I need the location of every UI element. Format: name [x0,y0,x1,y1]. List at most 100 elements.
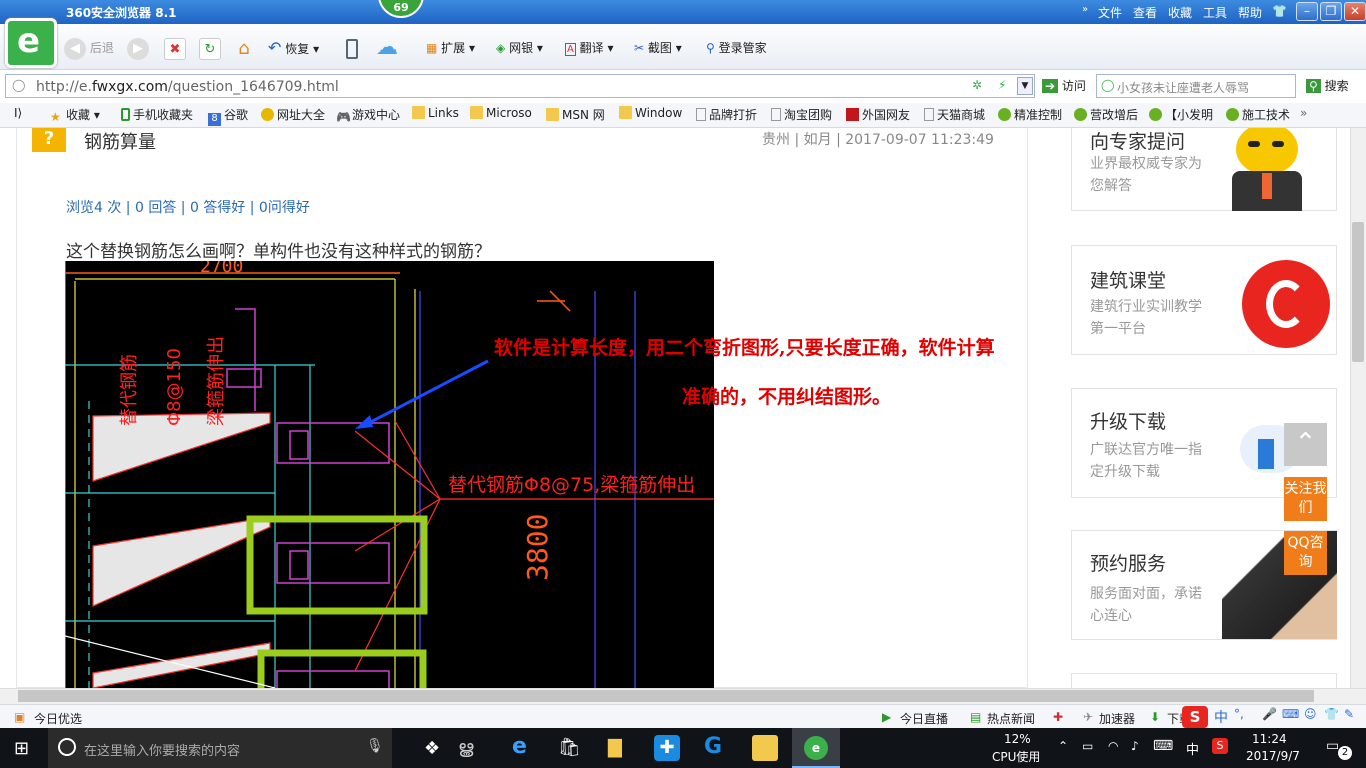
daily-picks-link[interactable]: 今日优选 [34,710,82,727]
qq-consult-button[interactable]: QQ咨询 [1284,531,1327,575]
cloud-button[interactable]: ☁ [376,35,398,61]
keyboard-icon[interactable]: ⌨ [1153,738,1173,754]
microphone-icon[interactable]: 🎙 [366,738,384,754]
fav-item[interactable]: 8 谷歌 [208,106,248,126]
menu-favorites[interactable]: 收藏 [1168,4,1192,21]
sogou-icon[interactable]: S [1182,706,1208,728]
active-app-360[interactable]: e [792,728,840,768]
url-text[interactable]: http://e.fwxgx.com/question_1646709.html [36,79,339,95]
fav-item[interactable]: MSN 网 [546,106,605,123]
fav-item[interactable]: Links [412,106,459,120]
fav-item[interactable]: 施工技术 [1226,106,1290,123]
screenshot-button[interactable]: ✂ 截图 ▾ [634,35,682,61]
fav-item[interactable]: 品牌打折 [696,106,757,123]
keyboard-icon[interactable]: ⌨ [1282,707,1299,721]
fav-item[interactable]: 淘宝团购 [771,106,832,123]
maximize-button[interactable]: ❐ [1320,2,1342,21]
page-icon [771,108,781,121]
clock-date[interactable]: 2017/9/7 [1246,749,1300,763]
fav-item[interactable]: 精准控制 [998,106,1062,123]
netbank-button[interactable]: ◈ 网银 ▾ [496,35,543,61]
app-plus-icon[interactable]: ✚ [654,735,680,761]
expert-card[interactable]: 向专家提问 业界最权威专家为您解答 [1071,128,1337,211]
fav-item[interactable]: Microso [470,106,532,120]
security-icon[interactable]: ✲ [972,78,982,92]
sogou-tray-icon[interactable]: S [1212,738,1228,754]
menu-file[interactable]: 文件 [1098,4,1122,21]
question-stats[interactable]: 浏览4 次 | 0 回答 | 0 答得好 | 0问得好 [66,197,310,217]
battery-icon[interactable]: ▭ [1082,739,1093,753]
menu-view[interactable]: 查看 [1133,4,1157,21]
stop-button[interactable]: ✖ [164,35,186,61]
ime-indicator[interactable]: 中 [1186,739,1199,758]
search-button[interactable]: ⚲ 搜索 [1306,77,1349,94]
translate-button[interactable]: A 翻译 ▾ [565,35,614,61]
tray-up-icon[interactable]: ⌃ [1058,739,1068,753]
home-button[interactable]: ⌂ [233,35,255,61]
shield-icon: ◈ [496,41,506,55]
horizontal-scroll-thumb[interactable] [18,690,1314,702]
fav-item[interactable]: 手机收藏夹 [121,106,193,123]
vertical-scrollbar[interactable] [1350,128,1366,688]
course-card[interactable]: 建筑课堂 建筑行业实训教学第一平台 [1071,245,1337,355]
minimize-button[interactable]: – [1296,2,1318,21]
wifi-icon[interactable]: ◠ [1108,739,1118,753]
forward-button[interactable]: ▶ [127,35,149,61]
cpu-percent: 12% [1004,732,1031,746]
speed-icon[interactable]: ⚡ [998,78,1006,92]
refresh-button[interactable]: ↻ [199,35,221,61]
fav-item[interactable]: 🎮游戏中心 [336,106,400,124]
fav-item[interactable]: 网址大全 [261,106,325,123]
fav-item[interactable]: ★ 收藏 ▾ [50,106,100,124]
menu-tools[interactable]: 工具 [1203,4,1227,21]
mic-icon[interactable]: 🎤 [1262,707,1277,721]
fav-more-icon[interactable]: » [1300,106,1307,120]
back-button[interactable]: ◀ 后退 [64,35,114,61]
app-g-icon[interactable]: G [704,734,722,759]
sidebar-toggle-icon[interactable]: I⟩ [14,106,22,120]
vertical-scroll-thumb[interactable] [1352,222,1364,362]
menu-help[interactable]: 帮助 [1238,4,1262,21]
ime-mode[interactable]: 中 [1214,707,1228,727]
restore-button[interactable]: ↶ 恢复 ▾ [268,35,319,61]
skin-icon[interactable]: 👕 [1272,4,1287,18]
user-icon[interactable]: ☺ [1304,707,1317,721]
plus-circle-icon[interactable]: ✚ [1053,710,1063,724]
accelerator-link[interactable]: 加速器 [1099,710,1135,727]
fav-item[interactable]: 【小发明 [1149,106,1213,123]
shirt-icon[interactable]: 👕 [1324,707,1339,721]
volume-icon[interactable]: ♪ [1131,739,1139,753]
taskview-icon[interactable]: ❖ [424,738,440,759]
visit-button[interactable]: ➔ 访问 [1042,77,1086,94]
folder-icon [470,106,483,119]
punct-icon[interactable]: °, [1234,707,1244,721]
tools-icon[interactable]: ✎ [1344,707,1354,721]
phone-icon [346,38,358,59]
back-to-top-button[interactable]: ⌃ [1284,423,1327,466]
store-icon[interactable]: 🛍 [558,737,581,758]
menu-arrows-icon[interactable]: » [1082,4,1088,15]
login-manager-button[interactable]: ⚲ 登录管家 [706,35,767,61]
extend-button[interactable]: ▦ 扩展 ▾ [426,35,475,61]
browser-logo-icon[interactable]: e [5,18,57,68]
windows-start-icon[interactable]: ⊞ [14,738,29,759]
app-notes-icon[interactable] [752,735,778,761]
url-dropdown-icon[interactable]: ▼ [1017,77,1033,95]
edge-icon[interactable]: e [512,734,527,759]
clock-time[interactable]: 11:24 [1252,732,1287,746]
fav-item[interactable]: Window [619,106,682,120]
news-link[interactable]: 热点新闻 [987,710,1035,727]
address-bar[interactable]: ◯ http://e.fwxgx.com/question_1646709.ht… [5,74,1035,98]
close-button[interactable]: ✕ [1344,2,1366,21]
mobile-button[interactable] [346,35,358,61]
search-input[interactable]: ◯ 小女孩未让座遭老人辱骂 [1096,74,1296,98]
google-icon: 8 [208,113,221,126]
fav-item[interactable]: 天猫商城 [924,106,985,123]
follow-us-button[interactable]: 关注我们 [1284,477,1327,521]
app-swirl-icon[interactable]: ൠ [458,737,474,758]
fav-item[interactable]: 外国网友 [846,106,910,123]
taskbar-search-input[interactable]: 在这里输入你要搜索的内容 🎙 [48,728,392,768]
fav-item[interactable]: 营改增后 [1074,106,1138,123]
live-link[interactable]: 今日直播 [900,710,948,727]
explorer-icon[interactable]: ▇ [608,737,622,758]
